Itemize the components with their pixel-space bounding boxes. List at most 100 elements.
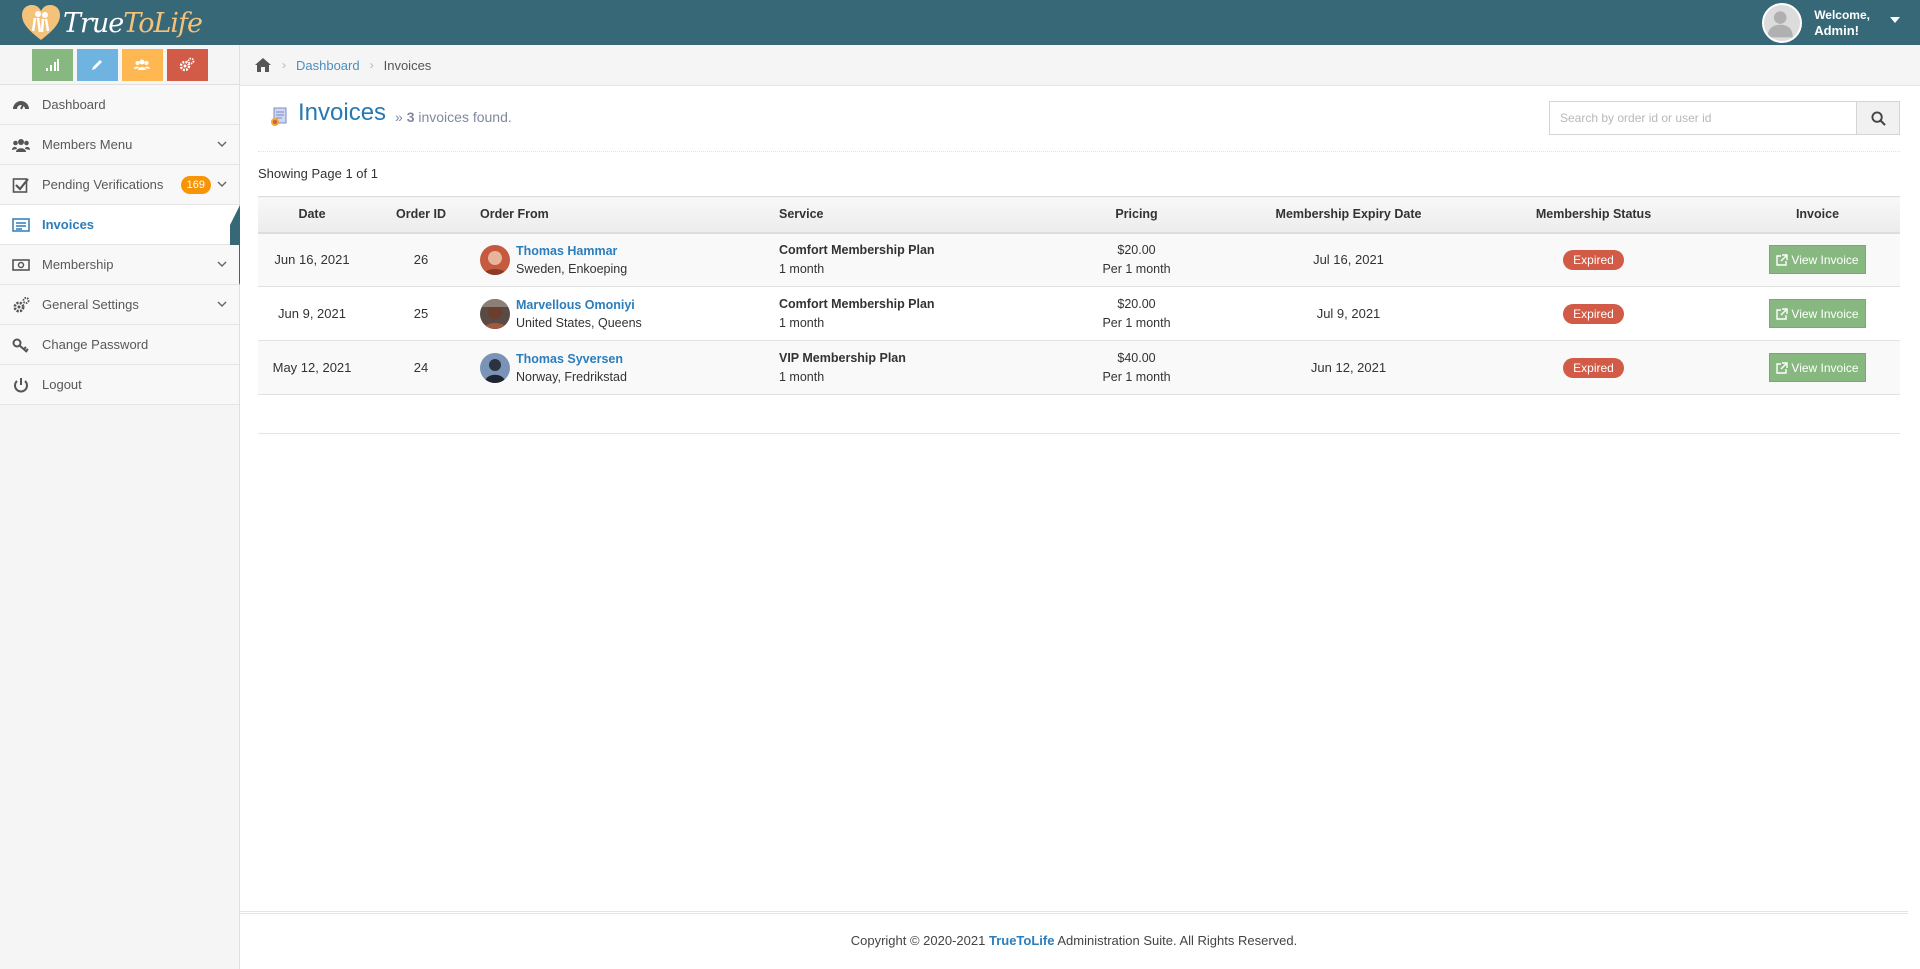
- users-icon: [11, 135, 31, 155]
- view-invoice-button[interactable]: View Invoice: [1769, 299, 1866, 328]
- price-amount: $20.00: [1117, 242, 1156, 257]
- shortcut-settings-button[interactable]: [166, 48, 208, 81]
- status-badge: Expired: [1563, 357, 1624, 378]
- heart-logo-icon: [22, 5, 60, 40]
- sidebar-item-label: Members Menu: [42, 137, 133, 152]
- list-icon: [11, 215, 31, 235]
- avatar: [480, 298, 510, 329]
- sidebar-item-invoices[interactable]: Invoices: [0, 205, 240, 285]
- service-duration: 1 month: [779, 261, 825, 276]
- column-header-expiry-date: Membership Expiry Date: [1245, 196, 1452, 234]
- shortcut-edit-button[interactable]: [76, 48, 118, 81]
- brand-name-part2: To: [123, 7, 154, 39]
- sidebar-item-membership[interactable]: Membership: [0, 245, 239, 285]
- sidebar-item-label: Pending Verifications: [42, 177, 164, 192]
- invoice-count-suffix: invoices found.: [418, 109, 512, 125]
- price-period: Per 1 month: [1102, 369, 1171, 384]
- service-name: Comfort Membership Plan: [779, 296, 935, 311]
- brand-logo[interactable]: TrueToLife: [20, 3, 203, 43]
- search-button[interactable]: [1857, 101, 1900, 135]
- footer: Copyright © 2020-2021 TrueToLife Adminis…: [240, 911, 1908, 969]
- invoice-count: 3: [406, 109, 415, 125]
- sidebar-item-dashboard[interactable]: Dashboard: [0, 85, 239, 125]
- welcome-label: Welcome,: [1814, 7, 1870, 22]
- shortcut-stats-button[interactable]: [31, 48, 73, 81]
- price-amount: $20.00: [1117, 296, 1156, 311]
- view-invoice-button[interactable]: View Invoice: [1769, 353, 1866, 382]
- avatar: [1762, 2, 1803, 43]
- service-duration: 1 month: [779, 369, 825, 384]
- brand-name-part3: Life: [153, 7, 203, 39]
- member-name-link[interactable]: Thomas Syversen: [516, 350, 627, 368]
- cell-date: Jun 16, 2021: [258, 232, 366, 287]
- invoice-icon: [271, 107, 287, 126]
- user-menu[interactable]: Welcome, Admin!: [1762, 0, 1900, 45]
- price-period: Per 1 month: [1102, 315, 1171, 330]
- member-name-link[interactable]: Marvellous Omoniyi: [516, 296, 642, 314]
- cell-invoice: View Invoice: [1735, 286, 1900, 341]
- pencil-icon: [92, 59, 102, 70]
- cell-order-id: 24: [366, 340, 476, 395]
- pending-count-badge: 169: [180, 176, 211, 194]
- money-icon: [11, 255, 31, 275]
- breadcrumb-dashboard-link[interactable]: Dashboard: [296, 58, 360, 73]
- sidebar-item-members-menu[interactable]: Members Menu: [0, 125, 239, 165]
- sidebar-item-label: Invoices: [42, 217, 95, 232]
- view-invoice-button[interactable]: View Invoice: [1769, 245, 1866, 275]
- cell-service: VIP Membership Plan 1 month: [779, 340, 1028, 395]
- member-location: United States, Queens: [516, 315, 642, 330]
- welcome-text: Welcome, Admin!: [1814, 8, 1870, 38]
- cell-order-from: Thomas Syversen Norway, Fredrikstad: [476, 340, 779, 395]
- brand-name-part1: True: [63, 7, 124, 39]
- sidebar-shortcuts: [0, 45, 239, 85]
- shortcut-users-button[interactable]: [121, 48, 163, 81]
- cell-order-id: 25: [366, 286, 476, 341]
- signal-icon: [46, 58, 59, 71]
- service-name: Comfort Membership Plan: [779, 242, 935, 257]
- cell-expiry-date: Jul 9, 2021: [1245, 286, 1452, 341]
- view-invoice-label: View Invoice: [1791, 360, 1859, 375]
- external-link-icon: [1776, 254, 1789, 266]
- cogs-icon: [11, 295, 31, 315]
- page-title: Invoices: [298, 99, 387, 126]
- external-link-icon: [1776, 361, 1789, 374]
- top-navbar: TrueToLife Welcome, Admin!: [0, 0, 1920, 45]
- table-row: Jun 16, 2021 26 Thomas Hammar Sweden, En…: [258, 232, 1900, 287]
- price-period: Per 1 month: [1102, 261, 1171, 276]
- sidebar-item-logout[interactable]: Logout: [0, 365, 239, 405]
- content-divider: [258, 433, 1900, 434]
- sidebar-item-label: Membership: [42, 257, 114, 272]
- power-icon: [11, 375, 31, 395]
- cell-date: May 12, 2021: [258, 340, 366, 395]
- view-invoice-label: View Invoice: [1791, 306, 1859, 321]
- sidebar-item-label: Dashboard: [42, 97, 106, 112]
- cell-order-from: Marvellous Omoniyi United States, Queens: [476, 286, 779, 341]
- sidebar-item-label: General Settings: [42, 297, 139, 312]
- home-icon[interactable]: [254, 57, 272, 73]
- column-header-order-from: Order From: [476, 196, 779, 234]
- table-row: Jun 9, 2021 25 Marvellous Omoniyi United…: [258, 286, 1900, 341]
- pagination-info: Showing Page 1 of 1: [258, 166, 378, 181]
- page-header: Invoices » 3 invoices found.: [258, 86, 1900, 152]
- sidebar-item-label: Change Password: [42, 337, 149, 352]
- sidebar-item-pending-verifications[interactable]: Pending Verifications 169: [0, 165, 239, 205]
- search-input[interactable]: [1549, 101, 1857, 135]
- sidebar-item-change-password[interactable]: Change Password: [0, 325, 239, 365]
- member-location: Norway, Fredrikstad: [516, 369, 627, 384]
- cell-status: Expired: [1452, 340, 1735, 395]
- column-header-service: Service: [779, 196, 1028, 234]
- sidebar-item-general-settings[interactable]: General Settings: [0, 285, 239, 325]
- member-name-link[interactable]: Thomas Hammar: [516, 242, 627, 260]
- invoices-table: Date Order ID Order From Service Pricing…: [258, 196, 1900, 395]
- cell-expiry-date: Jul 16, 2021: [1245, 232, 1452, 287]
- breadcrumb-current: Invoices: [383, 57, 432, 73]
- cogs-icon: [179, 57, 195, 71]
- cell-pricing: $20.00 Per 1 month: [1028, 232, 1245, 287]
- chevron-right-icon: ›: [282, 58, 286, 72]
- dashboard-icon: [11, 95, 31, 115]
- footer-brand: TrueToLife: [988, 933, 1055, 948]
- price-amount: $40.00: [1117, 350, 1156, 365]
- brand-name: TrueToLife: [63, 7, 203, 39]
- view-invoice-label: View Invoice: [1791, 252, 1859, 267]
- table-header-row: Date Order ID Order From Service Pricing…: [258, 196, 1900, 234]
